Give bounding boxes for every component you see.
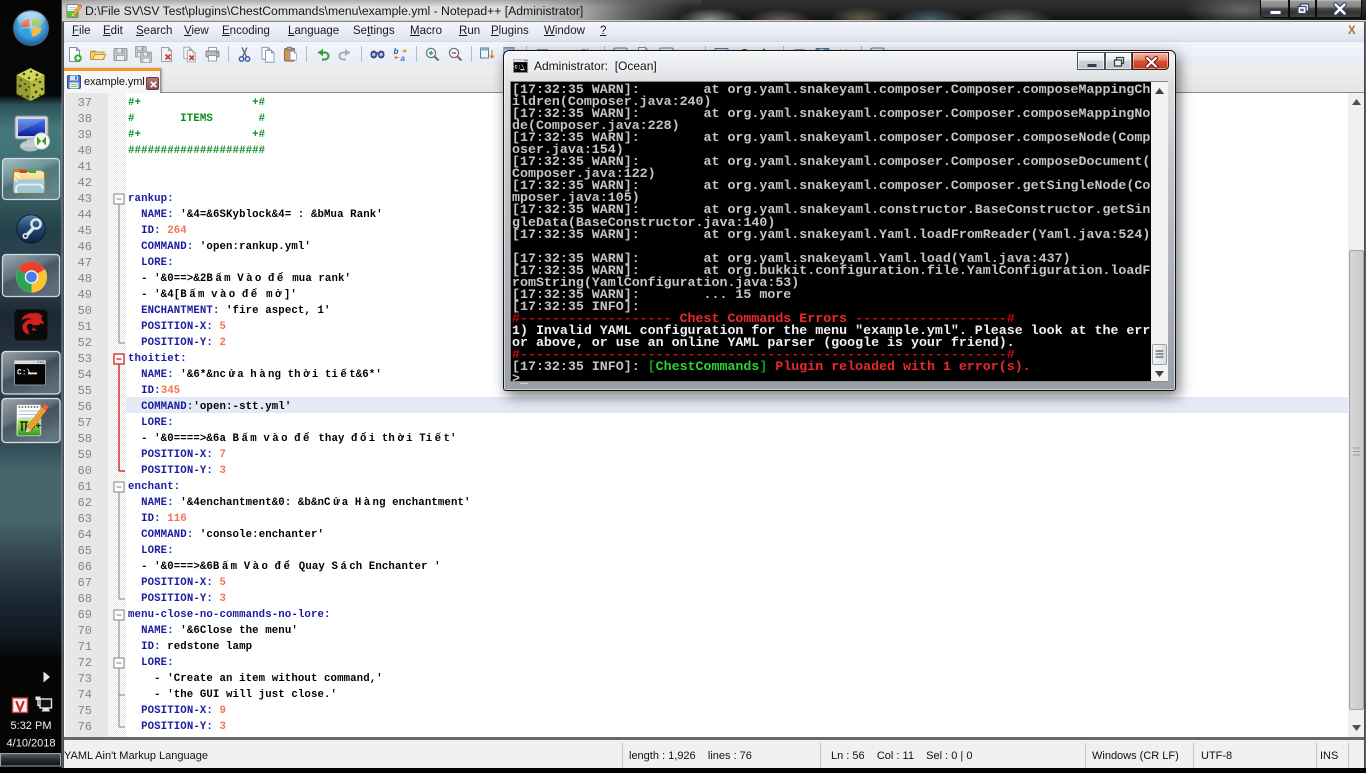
svg-text:4/10/2018: 4/10/2018: [7, 738, 56, 750]
svg-text:b: b: [394, 47, 399, 56]
svg-text:a: a: [401, 54, 406, 63]
svg-text:5:32 PM: 5:32 PM: [11, 720, 52, 732]
